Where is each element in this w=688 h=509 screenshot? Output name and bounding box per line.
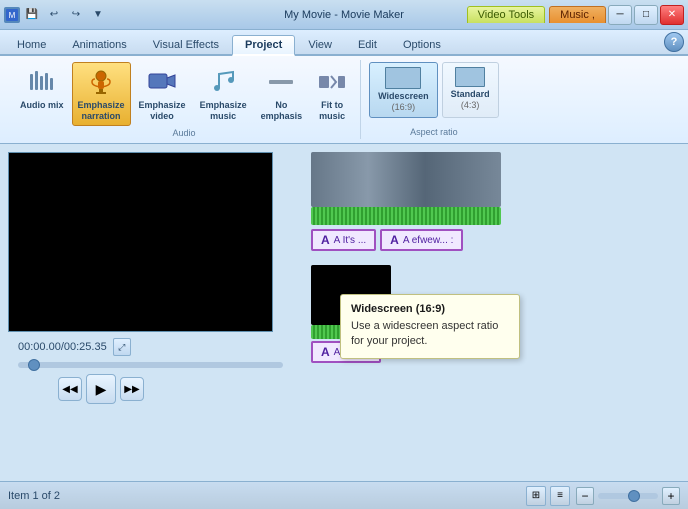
- status-icons: ⊞ ≡: [526, 486, 570, 506]
- progress-bar-container: [8, 362, 303, 368]
- title-a-icon-3: A: [321, 345, 330, 359]
- widescreen-button[interactable]: Widescreen(16:9): [369, 62, 437, 118]
- title-card-1[interactable]: A A It's ...: [311, 229, 376, 251]
- ribbon-tabs: Home Animations Visual Effects Project V…: [0, 30, 688, 56]
- widescreen-label: Widescreen(16:9): [378, 91, 428, 113]
- title-bar-right: Video Tools Music , ─ □ ✕: [467, 5, 684, 25]
- ribbon-group-audio: Audio mix Emphasizenarration: [8, 60, 361, 139]
- status-text: Item 1 of 2: [8, 490, 520, 502]
- timeline-video-1[interactable]: [311, 152, 501, 207]
- minimize-button[interactable]: ─: [608, 5, 632, 25]
- tooltip: Widescreen (16:9) Use a widescreen aspec…: [340, 294, 520, 359]
- title-card-2-label: A efwew... :: [403, 235, 454, 246]
- tooltip-text: Use a widescreen aspect ratio for your p…: [351, 319, 509, 350]
- audio-group-label: Audio: [173, 126, 196, 138]
- tab-project[interactable]: Project: [232, 35, 295, 56]
- progress-bar[interactable]: [18, 362, 283, 368]
- tab-home[interactable]: Home: [4, 35, 59, 54]
- video-icon: [146, 66, 178, 98]
- video-preview: [8, 152, 273, 332]
- emph-music-button[interactable]: Emphasizemusic: [194, 62, 253, 126]
- app-icon: M: [4, 7, 20, 23]
- tab-view[interactable]: View: [295, 35, 345, 54]
- status-bar: Item 1 of 2 ⊞ ≡ − +: [0, 481, 688, 509]
- status-icon-2[interactable]: ≡: [550, 486, 570, 506]
- standard-icon: [455, 67, 485, 87]
- emph-music-label: Emphasizemusic: [200, 100, 247, 122]
- emph-narration-label: Emphasizenarration: [78, 100, 125, 122]
- close-button[interactable]: ✕: [660, 5, 684, 25]
- aspect-buttons: Widescreen(16:9) Standard(4:3): [369, 62, 498, 118]
- main-content: 00:00.00/00:25.35 ⤢ ◀◀ ▶ ▶▶: [0, 144, 688, 481]
- narration-icon: [85, 66, 117, 98]
- tab-visual-effects[interactable]: Visual Effects: [140, 35, 232, 54]
- no-emphasis-icon: [265, 66, 297, 98]
- title-card-2[interactable]: A A efwew... :: [380, 229, 463, 251]
- maximize-button[interactable]: □: [634, 5, 658, 25]
- title-cards-row-1: A A It's ... A A efwew... :: [311, 229, 680, 251]
- video-panel: 00:00.00/00:25.35 ⤢ ◀◀ ▶ ▶▶: [8, 152, 303, 473]
- fit-to-music-label: Fit tomusic: [319, 100, 345, 122]
- expand-button[interactable]: ⤢: [113, 338, 131, 356]
- timecode: 00:00.00/00:25.35: [18, 341, 107, 353]
- help-button[interactable]: ?: [664, 32, 684, 52]
- standard-label: Standard(4:3): [451, 89, 490, 111]
- status-icon-1[interactable]: ⊞: [526, 486, 546, 506]
- emph-video-label: Emphasizevideo: [139, 100, 186, 122]
- quick-access-toolbar: M 💾 ↩ ↪ ▼: [4, 5, 108, 25]
- window-title: My Movie - Movie Maker: [284, 9, 404, 21]
- title-a-icon-2: A: [390, 233, 399, 247]
- video-tools-tab[interactable]: Video Tools: [467, 6, 545, 23]
- title-bar: M 💾 ↩ ↪ ▼ My Movie - Movie Maker Video T…: [0, 0, 688, 30]
- widescreen-icon: [385, 67, 421, 89]
- standard-button[interactable]: Standard(4:3): [442, 62, 499, 118]
- svg-text:M: M: [9, 11, 16, 20]
- emph-video-button[interactable]: Emphasizevideo: [133, 62, 192, 126]
- undo-button[interactable]: ↩: [44, 5, 64, 25]
- timeline-audio-1: [311, 207, 501, 225]
- playback-controls: ◀◀ ▶ ▶▶: [8, 374, 303, 404]
- no-emphasis-label: Noemphasis: [261, 100, 303, 122]
- rewind-button[interactable]: ◀◀: [58, 377, 82, 401]
- redo-button[interactable]: ↪: [66, 5, 86, 25]
- qat-dropdown-button[interactable]: ▼: [88, 5, 108, 25]
- play-button[interactable]: ▶: [86, 374, 116, 404]
- timeline-row-1: A A It's ... A A efwew... :: [311, 152, 680, 251]
- progress-thumb[interactable]: [28, 359, 40, 371]
- zoom-thumb[interactable]: [628, 490, 640, 502]
- ribbon-group-aspect: Widescreen(16:9) Standard(4:3) Aspect ra…: [363, 60, 504, 139]
- no-emphasis-button[interactable]: Noemphasis: [255, 62, 309, 126]
- title-a-icon: A: [321, 233, 330, 247]
- ribbon: Audio mix Emphasizenarration: [0, 56, 688, 144]
- emph-narration-button[interactable]: Emphasizenarration: [72, 62, 131, 126]
- tab-edit[interactable]: Edit: [345, 35, 390, 54]
- fast-forward-button[interactable]: ▶▶: [120, 377, 144, 401]
- tab-options[interactable]: Options: [390, 35, 454, 54]
- fit-music-icon: [316, 66, 348, 98]
- zoom-control: − +: [576, 487, 680, 505]
- time-display: 00:00.00/00:25.35 ⤢: [8, 338, 303, 356]
- music-tab[interactable]: Music ,: [549, 6, 606, 23]
- audio-mix-label: Audio mix: [20, 100, 64, 111]
- tooltip-title: Widescreen (16:9): [351, 303, 509, 315]
- aspect-group-label: Aspect ratio: [410, 125, 458, 137]
- timeline-clip-1: [311, 152, 680, 225]
- audio-buttons: Audio mix Emphasizenarration: [14, 62, 354, 126]
- music-icon: [207, 66, 239, 98]
- zoom-in-button[interactable]: +: [662, 487, 680, 505]
- fit-to-music-button[interactable]: Fit tomusic: [310, 62, 354, 126]
- audio-mix-icon: [26, 66, 58, 98]
- save-button[interactable]: 💾: [22, 5, 42, 25]
- zoom-out-button[interactable]: −: [576, 487, 594, 505]
- tab-animations[interactable]: Animations: [59, 35, 139, 54]
- audio-wave-1: [311, 207, 501, 225]
- audio-mix-button[interactable]: Audio mix: [14, 62, 70, 115]
- title-card-1-label: A It's ...: [334, 235, 366, 246]
- zoom-slider[interactable]: [598, 493, 658, 499]
